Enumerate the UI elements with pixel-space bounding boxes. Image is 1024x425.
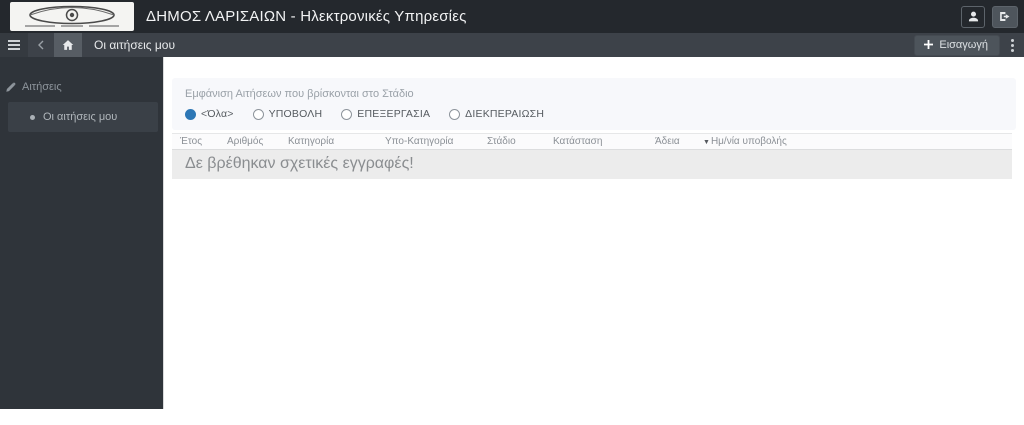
sidebar: Αιτήσεις Οι αιτήσεις μου bbox=[0, 57, 164, 409]
more-options-button[interactable] bbox=[1004, 35, 1020, 55]
eye-logo-icon bbox=[25, 5, 119, 27]
stage-filter-panel: Εμφάνιση Αιτήσεων που βρίσκονται στο Στά… bbox=[172, 78, 1016, 130]
bullet-icon bbox=[30, 114, 35, 120]
radio-selected-icon bbox=[185, 108, 196, 120]
insert-button[interactable]: Εισαγωγή bbox=[914, 34, 1000, 56]
stage-radio-submission[interactable]: ΥΠΟΒΟΛΗ bbox=[252, 108, 323, 120]
column-header-number[interactable]: Αριθμός bbox=[219, 133, 280, 150]
column-header-status[interactable]: Κατάσταση bbox=[545, 133, 647, 150]
stage-radio-processing[interactable]: ΕΠΕΞΕΡΓΑΣΙΑ bbox=[341, 108, 430, 120]
insert-button-label: Εισαγωγή bbox=[939, 38, 988, 51]
hamburger-icon bbox=[8, 40, 20, 42]
sidebar-section-label: Αιτήσεις bbox=[22, 81, 62, 93]
home-button[interactable] bbox=[54, 33, 82, 57]
page-title: Οι αιτήσεις μου bbox=[94, 38, 176, 52]
radio-icon bbox=[252, 108, 264, 120]
sidebar-item-label: Οι αιτήσεις μου bbox=[43, 111, 118, 123]
table-header-row: Έτος Αριθμός Κατηγορία Υπο-Κατηγορία Στά… bbox=[172, 133, 1012, 150]
column-header-stage[interactable]: Στάδιο bbox=[479, 133, 545, 150]
column-header-submission-date[interactable]: ▼Ημ/νία υποβολής bbox=[695, 133, 1012, 150]
stage-filter-label: Εμφάνιση Αιτήσεων που βρίσκονται στο Στά… bbox=[185, 88, 414, 100]
app-title: ΔΗΜΟΣ ΛΑΡΙΣΑΙΩΝ - Ηλεκτρονικές Υπηρεσίες bbox=[146, 8, 467, 25]
sidebar-section-applications: Αιτήσεις bbox=[0, 57, 163, 102]
back-button[interactable] bbox=[28, 33, 54, 57]
applications-table: Έτος Αριθμός Κατηγορία Υπο-Κατηγορία Στά… bbox=[172, 133, 1012, 179]
municipality-logo[interactable] bbox=[10, 2, 134, 31]
plus-icon bbox=[924, 40, 934, 49]
stage-radio-row: <Όλα> ΥΠΟΒΟΛΗ ΕΠΕΞΕΡΓΑΣΙΑ ΔΙΕΚΠΕΡΑΙΩΣΗ bbox=[185, 108, 1016, 120]
chevron-left-icon bbox=[38, 40, 44, 50]
logout-icon bbox=[1000, 12, 1010, 21]
radio-icon bbox=[341, 108, 353, 120]
empty-results-row: Δε βρέθηκαν σχετικές εγγραφές! bbox=[172, 149, 1012, 179]
breadcrumb-bar: Οι αιτήσεις μου Εισαγωγή bbox=[0, 33, 1024, 57]
sidebar-item-my-applications[interactable]: Οι αιτήσεις μου bbox=[8, 102, 158, 132]
topbar: ΔΗΜΟΣ ΛΑΡΙΣΑΙΩΝ - Ηλεκτρονικές Υπηρεσίες bbox=[0, 0, 1024, 33]
stage-radio-completion[interactable]: ΔΙΕΚΠΕΡΑΙΩΣΗ bbox=[449, 108, 544, 120]
stage-radio-all[interactable]: <Όλα> bbox=[185, 108, 234, 120]
kebab-icon bbox=[1010, 38, 1014, 42]
home-icon bbox=[62, 40, 74, 50]
column-header-subcategory[interactable]: Υπο-Κατηγορία bbox=[377, 133, 479, 150]
empty-results-message: Δε βρέθηκαν σχετικές εγγραφές! bbox=[172, 149, 1012, 179]
sort-descending-icon: ▼ bbox=[703, 139, 710, 146]
user-account-button[interactable] bbox=[961, 5, 985, 28]
logout-button[interactable] bbox=[992, 5, 1018, 28]
column-header-category[interactable]: Κατηγορία bbox=[280, 133, 377, 150]
column-header-permit[interactable]: Άδεια bbox=[647, 133, 695, 150]
column-header-year[interactable]: Έτος bbox=[172, 133, 219, 150]
radio-icon bbox=[449, 108, 461, 120]
pencil-icon bbox=[6, 81, 16, 92]
user-icon bbox=[968, 11, 978, 22]
menu-toggle-button[interactable] bbox=[0, 33, 28, 57]
